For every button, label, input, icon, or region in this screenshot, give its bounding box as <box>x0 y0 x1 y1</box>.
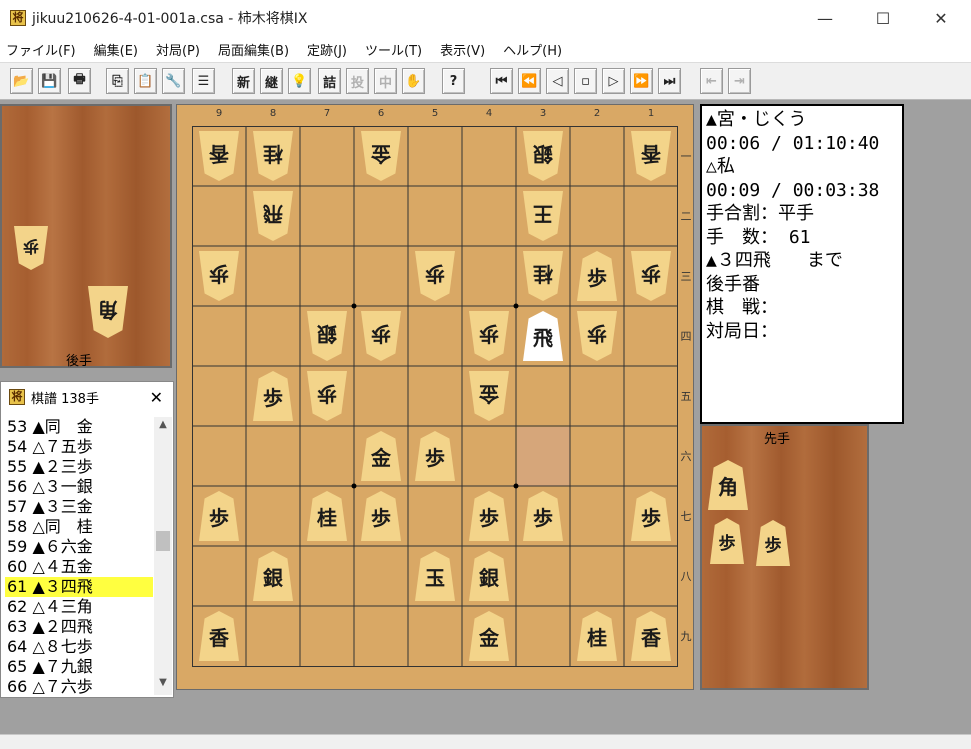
piece-gote[interactable]: 王 <box>523 191 563 241</box>
file-label: 6 <box>377 108 385 119</box>
rank-label: 一 <box>680 150 692 163</box>
sente-hand-fu[interactable]: 歩 <box>756 520 790 566</box>
info-line: ▲３四飛 まで <box>706 250 843 271</box>
file-label: 5 <box>431 108 439 119</box>
status-bar <box>0 734 971 749</box>
star-point <box>351 483 357 489</box>
sente-label: 先手 <box>764 432 791 447</box>
info-line: ▲宮・じくう <box>706 109 807 130</box>
file-label: 4 <box>485 108 493 119</box>
rank-label: 八 <box>680 570 692 583</box>
piece-sente[interactable]: 香 <box>631 611 671 661</box>
info-line: 00:09 / 00:03:38 <box>706 179 880 201</box>
piece-sente[interactable]: 歩 <box>469 491 509 541</box>
piece-sente[interactable]: 銀 <box>253 551 293 601</box>
file-label: 7 <box>323 108 331 119</box>
piece-sente[interactable]: 金 <box>469 611 509 661</box>
info-line: 手 数： 61 <box>706 226 811 248</box>
rank-label: 五 <box>680 390 692 403</box>
star-point <box>513 483 519 489</box>
info-line: 棋 戦： <box>706 297 778 318</box>
info-line: 対局日： <box>706 320 778 342</box>
piece-sente[interactable]: 歩 <box>631 491 671 541</box>
rank-label: 九 <box>680 630 692 643</box>
piece-gote[interactable]: 歩 <box>469 311 509 361</box>
rank-label: 六 <box>680 450 692 463</box>
info-line: 手合割：平手 <box>706 203 814 224</box>
file-label: 3 <box>539 108 547 119</box>
piece-gote[interactable]: 歩 <box>361 311 401 361</box>
piece-gote[interactable]: 銀 <box>523 131 563 181</box>
piece-sente[interactable]: 歩 <box>523 491 563 541</box>
file-label: 9 <box>215 108 223 119</box>
piece-gote[interactable]: 歩 <box>199 251 239 301</box>
info-line: △私 <box>706 156 735 177</box>
piece-gote[interactable]: 香 <box>631 131 671 181</box>
piece-gote[interactable]: 歩 <box>307 371 347 421</box>
sente-piece-stand[interactable]: 先手 角 歩 歩 <box>700 424 869 690</box>
rank-label: 七 <box>680 510 692 523</box>
game-info-panel: ▲宮・じくう 00:06 / 01:10:40 △私 00:09 / 00:03:38… <box>700 104 904 424</box>
info-line: 00:06 / 01:10:40 <box>706 132 880 154</box>
piece-gote[interactable]: 歩 <box>631 251 671 301</box>
piece-gote[interactable]: 桂 <box>523 251 563 301</box>
piece-sente[interactable]: 香 <box>199 611 239 661</box>
piece-sente[interactable]: 歩 <box>577 251 617 301</box>
piece-gote[interactable]: 桂 <box>253 131 293 181</box>
star-point <box>513 303 519 309</box>
piece-sente[interactable]: 金 <box>361 431 401 481</box>
piece-sente[interactable]: 飛 <box>523 311 563 361</box>
info-line: 後手番 <box>706 273 760 295</box>
piece-sente[interactable]: 歩 <box>253 371 293 421</box>
piece-sente[interactable]: 玉 <box>415 551 455 601</box>
piece-gote[interactable]: 香 <box>199 131 239 181</box>
rank-label: 二 <box>680 210 692 223</box>
piece-sente[interactable]: 歩 <box>361 491 401 541</box>
rank-label: 三 <box>680 270 692 283</box>
file-label: 2 <box>593 108 601 119</box>
piece-sente[interactable]: 桂 <box>307 491 347 541</box>
piece-gote[interactable]: 歩 <box>577 311 617 361</box>
file-label: 1 <box>647 108 655 119</box>
piece-gote[interactable]: 銀 <box>307 311 347 361</box>
piece-sente[interactable]: 歩 <box>199 491 239 541</box>
piece-gote[interactable]: 金 <box>469 371 509 421</box>
piece-sente[interactable]: 歩 <box>415 431 455 481</box>
sente-hand-kaku[interactable]: 角 <box>708 460 748 510</box>
piece-sente[interactable]: 銀 <box>469 551 509 601</box>
piece-gote[interactable]: 歩 <box>415 251 455 301</box>
piece-gote[interactable]: 飛 <box>253 191 293 241</box>
file-label: 8 <box>269 108 277 119</box>
sente-hand-fu[interactable]: 歩 <box>710 518 744 564</box>
star-point <box>351 303 357 309</box>
rank-label: 四 <box>680 330 692 343</box>
piece-sente[interactable]: 桂 <box>577 611 617 661</box>
piece-gote[interactable]: 金 <box>361 131 401 181</box>
